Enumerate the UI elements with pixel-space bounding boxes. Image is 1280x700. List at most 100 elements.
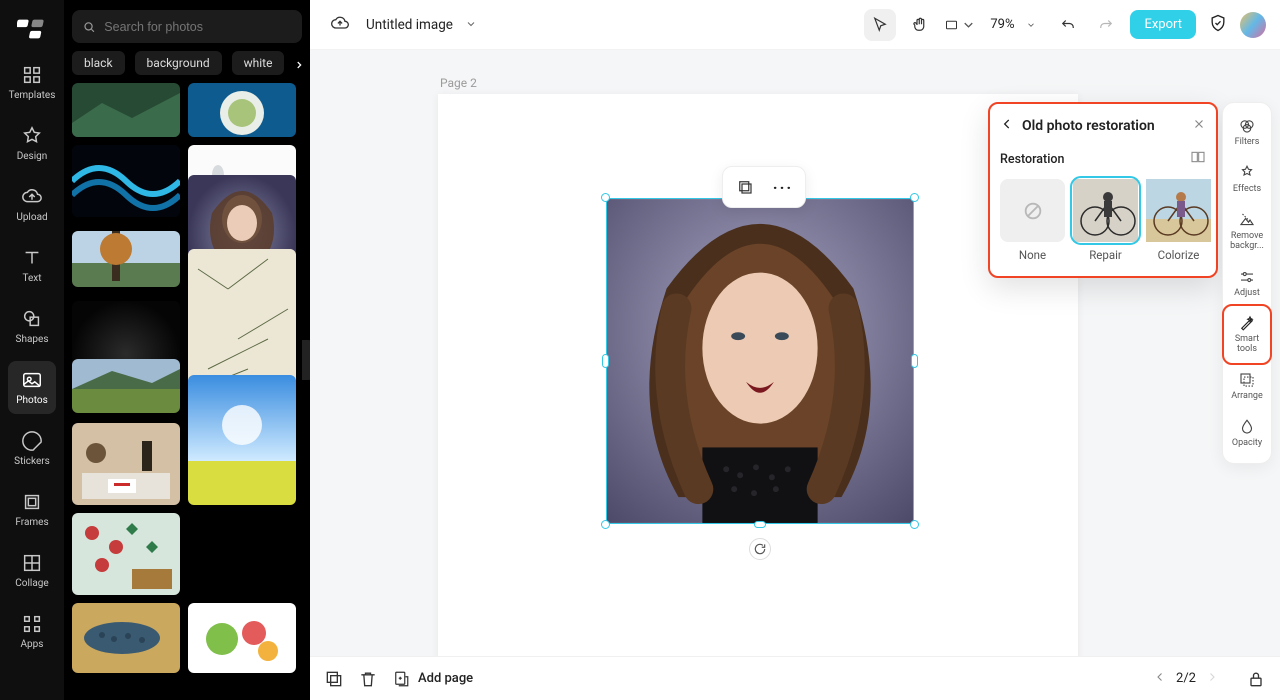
hand-tool-button[interactable] <box>904 9 936 41</box>
photo-thumb[interactable] <box>72 513 180 595</box>
tag-chip[interactable]: black <box>72 51 125 75</box>
close-button[interactable] <box>1192 116 1206 135</box>
undo-button[interactable] <box>1052 9 1084 41</box>
right-toolrail: Filters Effects Remove backgr... Adjust … <box>1222 102 1272 464</box>
photos-panel: black background white <box>64 0 310 700</box>
more-options-button[interactable]: ··· <box>767 173 799 201</box>
tool-remove-background[interactable]: Remove backgr... <box>1224 203 1270 260</box>
user-avatar[interactable] <box>1240 12 1266 38</box>
lock-button[interactable] <box>1246 669 1266 689</box>
resize-handle-l[interactable] <box>602 354 609 368</box>
nav-templates[interactable]: Templates <box>8 56 56 109</box>
privacy-icon[interactable] <box>1208 13 1228 37</box>
photo-thumb[interactable] <box>72 423 180 505</box>
photo-thumb[interactable] <box>188 603 296 673</box>
nav-label: Templates <box>9 90 56 101</box>
nav-design[interactable]: Design <box>8 117 56 170</box>
tool-adjust[interactable]: Adjust <box>1224 260 1270 307</box>
page-indicator: 2/2 <box>1176 671 1196 686</box>
option-label: Repair <box>1089 248 1122 262</box>
page-label: Page 2 <box>440 76 477 90</box>
photo-thumb[interactable] <box>72 231 180 293</box>
option-label: None <box>1019 248 1046 262</box>
selection-toolbar: ··· <box>722 166 806 208</box>
search-input[interactable] <box>104 20 292 34</box>
nav-photos[interactable]: Photos <box>8 361 56 414</box>
zoom-level[interactable]: 79% <box>990 17 1014 32</box>
resize-handle-tl[interactable] <box>601 193 610 202</box>
rotate-handle[interactable] <box>749 538 771 560</box>
canvas-image[interactable] <box>606 198 914 524</box>
nav-collage[interactable]: Collage <box>8 544 56 597</box>
tag-list: black background white <box>64 51 310 83</box>
doc-menu-chevron-icon[interactable] <box>465 15 477 34</box>
tool-filters[interactable]: Filters <box>1224 109 1270 156</box>
cursor-tool-button[interactable] <box>864 9 896 41</box>
tool-smart-tools[interactable]: Smart tools <box>1224 306 1270 363</box>
colorize-thumb <box>1146 179 1211 242</box>
photo-thumb[interactable] <box>72 83 180 137</box>
photo-thumb[interactable] <box>72 603 180 673</box>
layers-button[interactable] <box>324 669 344 689</box>
photo-thumb[interactable] <box>72 145 180 223</box>
crop-button[interactable] <box>729 173 761 201</box>
photo-grid <box>64 83 310 700</box>
tag-chip[interactable]: background <box>135 51 222 75</box>
resize-handle-bl[interactable] <box>601 520 610 529</box>
tool-arrange[interactable]: Arrange <box>1224 363 1270 410</box>
popover-title: Old photo restoration <box>1022 118 1184 134</box>
nav-stickers[interactable]: Stickers <box>8 422 56 475</box>
tag-scroll-right[interactable] <box>288 51 310 79</box>
nav-frames[interactable]: Frames <box>8 483 56 536</box>
resize-handle-b[interactable] <box>754 521 766 528</box>
prev-page-button[interactable] <box>1154 671 1166 687</box>
restoration-option-none[interactable]: None <box>1000 179 1065 262</box>
resize-handle-r[interactable] <box>911 354 918 368</box>
tool-opacity[interactable]: Opacity <box>1224 410 1270 457</box>
nav-label: Apps <box>21 639 44 650</box>
page-navigator: 2/2 <box>1154 671 1218 687</box>
topbar: Untitled image 79% Export <box>310 0 1280 50</box>
nav-label: Stickers <box>14 456 50 467</box>
cloud-sync-icon[interactable] <box>330 13 350 37</box>
section-title: Restoration <box>1000 152 1064 167</box>
photo-thumb[interactable] <box>188 83 296 137</box>
none-icon <box>1000 179 1065 242</box>
nav-text[interactable]: Text <box>8 239 56 292</box>
delete-page-button[interactable] <box>358 669 378 689</box>
export-button[interactable]: Export <box>1130 10 1196 39</box>
restoration-option-colorize[interactable]: Colorize <box>1146 179 1211 262</box>
nav-label: Design <box>17 151 48 162</box>
brand-logo[interactable] <box>17 14 47 48</box>
zoom-menu-chevron-icon[interactable] <box>1026 15 1036 34</box>
compare-icon[interactable] <box>1190 149 1206 169</box>
photo-thumb[interactable] <box>188 375 296 505</box>
redo-button[interactable] <box>1090 9 1122 41</box>
add-page-button[interactable]: Add page <box>392 670 473 688</box>
back-button[interactable] <box>1000 116 1014 135</box>
nav-label: Photos <box>16 395 48 406</box>
photo-thumb[interactable] <box>72 359 180 415</box>
add-page-label: Add page <box>418 671 473 686</box>
nav-label: Upload <box>16 212 47 223</box>
restoration-option-repair[interactable]: Repair <box>1073 179 1138 262</box>
nav-label: Frames <box>15 517 48 528</box>
tool-effects[interactable]: Effects <box>1224 156 1270 203</box>
canvas-size-button[interactable] <box>944 9 976 41</box>
old-photo-restoration-popover: Old photo restoration Restoration None R… <box>988 102 1218 278</box>
search-input-wrap[interactable] <box>72 10 302 43</box>
next-page-button[interactable] <box>1206 671 1218 687</box>
nav-apps[interactable]: Apps <box>8 605 56 658</box>
nav-upload[interactable]: Upload <box>8 178 56 231</box>
selected-image[interactable] <box>606 198 914 524</box>
document-title[interactable]: Untitled image <box>366 17 453 33</box>
option-label: Colorize <box>1158 248 1200 262</box>
resize-handle-br[interactable] <box>910 520 919 529</box>
resize-handle-tr[interactable] <box>910 193 919 202</box>
tag-chip[interactable]: white <box>232 51 285 75</box>
bottombar: Add page 2/2 <box>310 656 1280 700</box>
nav-shapes[interactable]: Shapes <box>8 300 56 353</box>
search-icon <box>82 19 96 35</box>
canvas-area[interactable]: Page 2 <box>310 50 1280 656</box>
left-nav: Templates Design Upload Text Shapes Phot… <box>0 0 64 700</box>
